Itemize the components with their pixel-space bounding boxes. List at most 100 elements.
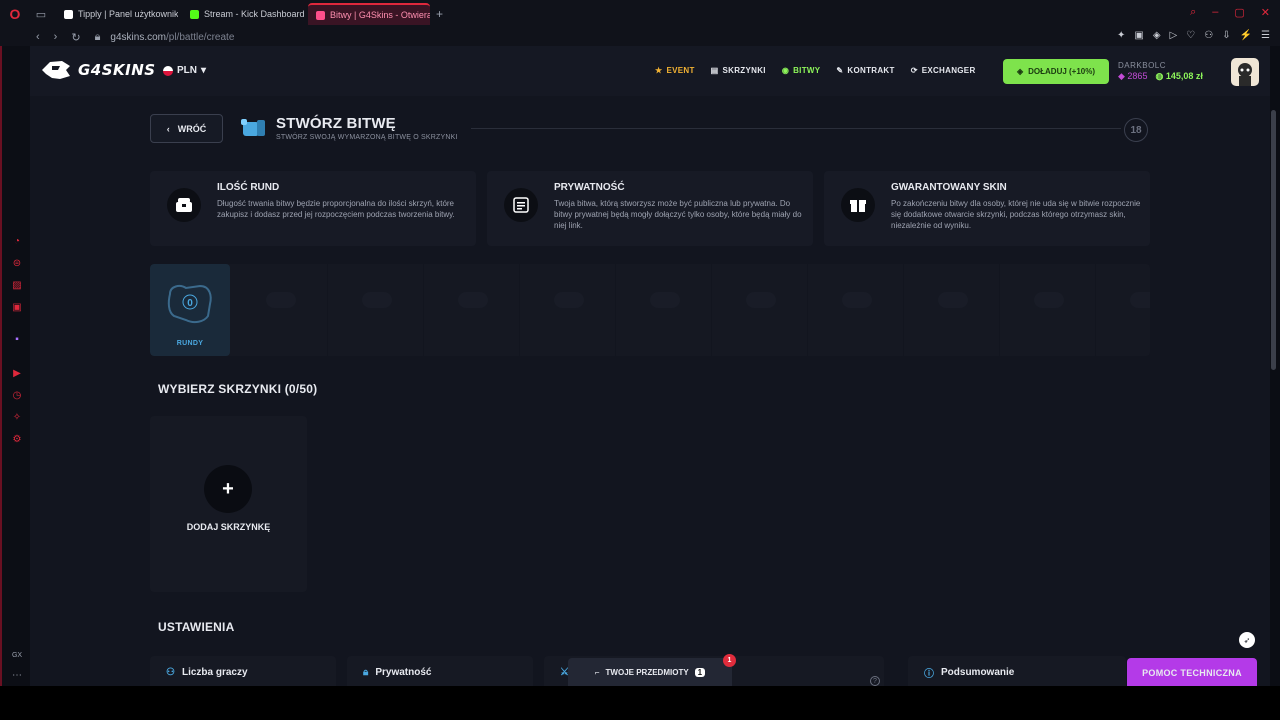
browser-tab-g4skins[interactable]: Bitwy | G4Skins - Otwieraj	[308, 3, 430, 25]
player-icon[interactable]: ▶	[11, 368, 23, 380]
ai-icon[interactable]: ⚡	[1240, 30, 1252, 41]
topup-button[interactable]: ◈ DOŁADUJ (+10%)	[1003, 59, 1109, 84]
controller-icon[interactable]: ⊜	[11, 258, 23, 270]
site-header: G4SKINS PLN ▾ ★ EVENT ▤ SKRZYNKI ◉ BITWY ✎ K…	[30, 46, 1270, 96]
screen-bottom	[0, 686, 1280, 720]
reload-icon[interactable]: ↻	[71, 31, 80, 44]
info-card-guaranteed: GWARANTOWANY SKIN Po zakończeniu bitwy d…	[824, 171, 1150, 246]
back-arrow-icon[interactable]: ‹	[36, 31, 40, 44]
url-field[interactable]: g4skins.com/pl/battle/create	[110, 32, 234, 43]
round-slot	[522, 264, 616, 356]
notification-badge: 1	[723, 654, 736, 667]
avatar-image	[1238, 63, 1252, 86]
battle-fist-icon	[241, 119, 265, 136]
url-host: g4skins.com	[110, 31, 166, 43]
pen-icon: ✎	[836, 66, 844, 75]
gift-icon	[841, 188, 875, 222]
settings-players[interactable]: ⚇ Liczba graczy	[150, 656, 336, 686]
browser-tab-kick[interactable]: Stream - Kick Dashboard	[182, 3, 304, 25]
maximize-icon[interactable]: ▢	[1234, 6, 1244, 19]
site-logo[interactable]: G4SKINS	[40, 58, 156, 82]
currency-label: PLN	[177, 65, 197, 76]
extensions-icon[interactable]: ✧	[11, 412, 23, 424]
url-path: /pl/battle/create	[166, 31, 235, 43]
points-value: ◆ 2865	[1118, 71, 1148, 81]
browser-tab-label: Bitwy | G4Skins - Otwieraj	[330, 10, 430, 20]
add-case-button[interactable]: + DODAJ SKRZYNKĘ	[150, 416, 307, 592]
help-question-icon[interactable]: ?	[870, 676, 880, 686]
scrollbar[interactable]	[1271, 110, 1276, 370]
tipply-favicon-icon	[64, 9, 73, 19]
rocket-icon[interactable]: ➶	[1239, 632, 1255, 648]
download-icon[interactable]: ⇩	[1222, 30, 1230, 41]
tech-support-button[interactable]: POMOC TECHNICZNA	[1127, 658, 1257, 686]
back-button[interactable]: ‹ WRÓĆ	[150, 114, 223, 143]
browser-tab-label: Tipply | Panel użytkownika	[78, 9, 178, 19]
case-icon: ▤	[710, 66, 719, 75]
minimize-icon[interactable]: –	[1212, 6, 1218, 19]
round-slot	[234, 264, 328, 356]
news-icon[interactable]: ▣	[11, 302, 23, 314]
snapshot-icon[interactable]: ▣	[1134, 30, 1143, 41]
plus-icon: +	[204, 465, 252, 513]
nav-event[interactable]: ★ EVENT	[655, 66, 695, 75]
settings-icon[interactable]: ⚙	[11, 434, 23, 446]
heart-icon[interactable]: ♡	[1186, 30, 1195, 41]
close-icon[interactable]: ✕	[1261, 6, 1270, 19]
round-slot	[906, 264, 1000, 356]
info-card-rounds: ILOŚĆ RUND Długość trwania bitwy będzie …	[150, 171, 476, 246]
settings-section-title: USTAWIENIA	[158, 620, 235, 634]
new-tab-plus-icon[interactable]: +	[436, 7, 443, 21]
lock-icon: 🔒︎	[363, 666, 369, 678]
pin-icon[interactable]: ✦	[1117, 30, 1125, 41]
search-icon[interactable]: ⌕	[1190, 6, 1196, 19]
gx-label: GX	[11, 652, 23, 659]
rounds-count: 0	[187, 298, 193, 309]
stack-icon[interactable]: ▨	[11, 280, 23, 292]
info-card-title: PRYWATNOŚĆ	[554, 182, 625, 193]
add-case-label: DODAJ SKRZYNKĘ	[186, 522, 271, 532]
browser-nav: ‹ › ↻ 🔒︎	[0, 31, 100, 44]
main-nav: ★ EVENT ▤ SKRZYNKI ◉ BITWY ✎ KONTRAKT ⟳ EXCHA…	[655, 66, 976, 75]
twitch-icon[interactable]: ▪	[11, 334, 23, 346]
settings-privacy[interactable]: 🔒︎ Prywatność	[347, 656, 533, 686]
username: DARKBOLC	[1118, 61, 1167, 70]
nav-label: EVENT	[666, 66, 695, 75]
more-icon[interactable]: ⋯	[11, 670, 23, 682]
workspaces-icon[interactable]: ▭	[30, 8, 52, 21]
info-card-text: Długość trwania bitwy będzie proporcjona…	[217, 199, 455, 219]
topup-label: DOŁADUJ (+10%)	[1028, 67, 1096, 76]
play-icon[interactable]: ▷	[1170, 30, 1178, 41]
settings-summary[interactable]: ⓘ Podsumowanie	[908, 656, 1126, 686]
settings-label: Liczba graczy	[181, 666, 248, 678]
nav-bitwy[interactable]: ◉ BITWY	[782, 66, 821, 75]
nav-exchanger[interactable]: ⟳ EXCHANGER	[911, 66, 976, 75]
forward-arrow-icon[interactable]: ›	[54, 31, 58, 44]
rounds-counter: 0 RUNDY	[150, 264, 230, 356]
wallet-icon: ◈	[1016, 67, 1024, 76]
opera-logo-icon[interactable]: O	[0, 6, 30, 22]
nav-skrzynki[interactable]: ▤ SKRZYNKI	[711, 66, 766, 75]
gun-icon: ⌐	[594, 668, 600, 677]
info-icon: ⓘ	[924, 668, 934, 680]
info-card-title: GWARANTOWANY SKIN	[891, 182, 1007, 193]
chevron-left-icon: ‹	[166, 123, 170, 134]
browser-tab-tipply[interactable]: Tipply | Panel użytkownika	[56, 3, 178, 25]
players-icon: ⚇	[166, 666, 175, 678]
currency-select[interactable]: PLN ▾	[163, 65, 206, 76]
info-card-text: Twoja bitwa, którą stworzysz może być pu…	[554, 199, 802, 230]
cases-section-title: WYBIERZ SKRZYNKI (0/50)	[158, 382, 318, 396]
shield-icon[interactable]: ◈	[1153, 30, 1161, 41]
round-slot	[618, 264, 712, 356]
nav-label: BITWY	[793, 66, 821, 75]
avatar[interactable]	[1231, 58, 1259, 86]
user-icon[interactable]: ⚇	[1204, 30, 1213, 41]
menu-icon[interactable]: ☰	[1261, 30, 1270, 41]
your-items-button[interactable]: ⌐ TWOJE PRZEDMIOTY 1	[568, 658, 732, 686]
history-icon[interactable]: ◔	[11, 236, 23, 248]
user-summary[interactable]: DARKBOLC ◆ 2865 ◍ 145,08 zł	[1118, 61, 1203, 82]
browser-sidebar: ◔ ⊜ ▨ ▣ ▪ ▶ ◷ ✧ ⚙ GX ⋯	[0, 46, 30, 686]
clock-icon[interactable]: ◷	[11, 390, 23, 402]
address-bar-tools: ✦ ▣ ◈ ▷ ♡ ⚇ ⇩ ⚡ ☰	[1117, 30, 1270, 41]
nav-kontrakt[interactable]: ✎ KONTRAKT	[836, 66, 894, 75]
